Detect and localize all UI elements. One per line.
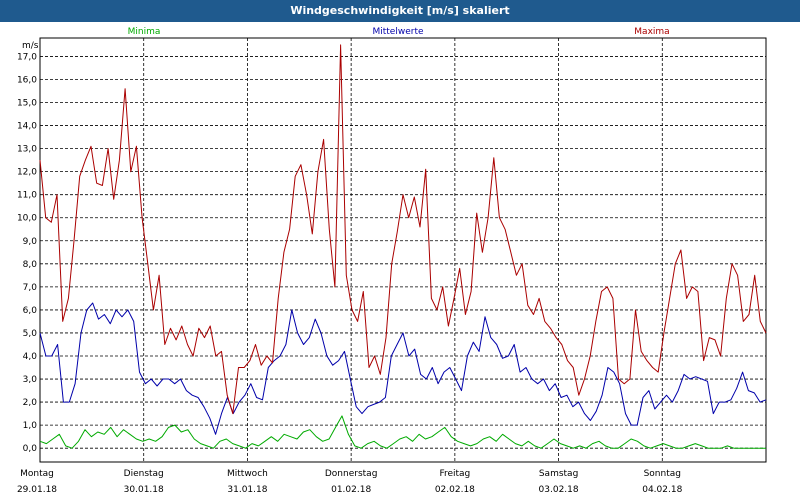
y-tick-label: 0,0 [23, 444, 38, 454]
y-tick-label: 3,0 [23, 375, 38, 385]
day-name-label: Donnerstag [325, 469, 378, 479]
y-tick-label: 6,0 [23, 306, 38, 316]
y-tick-label: 4,0 [23, 352, 38, 362]
day-date-label: 30.01.18 [124, 485, 164, 495]
day-name-label: Mittwoch [227, 469, 268, 479]
day-name-label: Samstag [539, 469, 578, 479]
day-date-label: 29.01.18 [17, 485, 57, 495]
day-date-label: 04.02.18 [642, 485, 682, 495]
series-lines [39, 44, 767, 449]
y-tick-label: 1,0 [23, 421, 38, 431]
series-line-minima [39, 415, 766, 449]
day-date-label: 02.02.18 [435, 485, 475, 495]
y-tick-label: 7,0 [23, 283, 38, 293]
legend: Minima Mittelwerte Maxima [128, 27, 670, 37]
x-axis-days: Montag 29.01.18 Dienstag 30.01.18 Mittwoch 31… [17, 469, 683, 495]
y-tick-label: 16,0 [17, 75, 37, 85]
day-date-label: 01.02.18 [331, 485, 371, 495]
legend-minima: Minima [128, 27, 161, 37]
series-line-maxima [39, 44, 767, 415]
wind-speed-chart: m/s 0,0 1,0 2,0 3,0 4,0 5,0 6,0 7,0 8,0 9,0 10,0 11,… [17, 27, 767, 495]
series-line-mittelwerte [39, 302, 767, 435]
day-name-label: Dienstag [124, 469, 164, 479]
plot-frame [39, 37, 767, 463]
y-tick-label: 10,0 [17, 214, 37, 224]
day-name-label: Montag [20, 469, 54, 479]
day-date-label: 03.02.18 [539, 485, 579, 495]
day-date-label: 31.01.18 [227, 485, 267, 495]
y-tick-label: 14,0 [17, 122, 37, 132]
y-tick-label: 12,0 [17, 168, 37, 178]
day-name-label: Sonntag [644, 469, 681, 479]
y-axis-unit: m/s [22, 41, 39, 51]
y-axis-ticks: m/s 0,0 1,0 2,0 3,0 4,0 5,0 6,0 7,0 8,0 9,0 10,0 11,… [17, 41, 39, 454]
legend-mittelwerte: Mittelwerte [372, 27, 423, 37]
y-tick-label: 9,0 [23, 237, 38, 247]
chart-window: Windgeschwindigkeit [m/s] skaliert m/s 0,… [0, 0, 800, 500]
y-tick-label: 17,0 [17, 52, 37, 62]
y-tick-label: 13,0 [17, 145, 37, 155]
grid [39, 37, 767, 463]
day-name-label: Freitag [439, 469, 470, 479]
legend-maxima: Maxima [634, 27, 669, 37]
y-tick-label: 2,0 [23, 398, 38, 408]
y-tick-label: 15,0 [17, 99, 37, 109]
y-tick-label: 5,0 [23, 329, 38, 339]
y-tick-label: 11,0 [17, 191, 37, 201]
y-tick-label: 8,0 [23, 260, 38, 270]
